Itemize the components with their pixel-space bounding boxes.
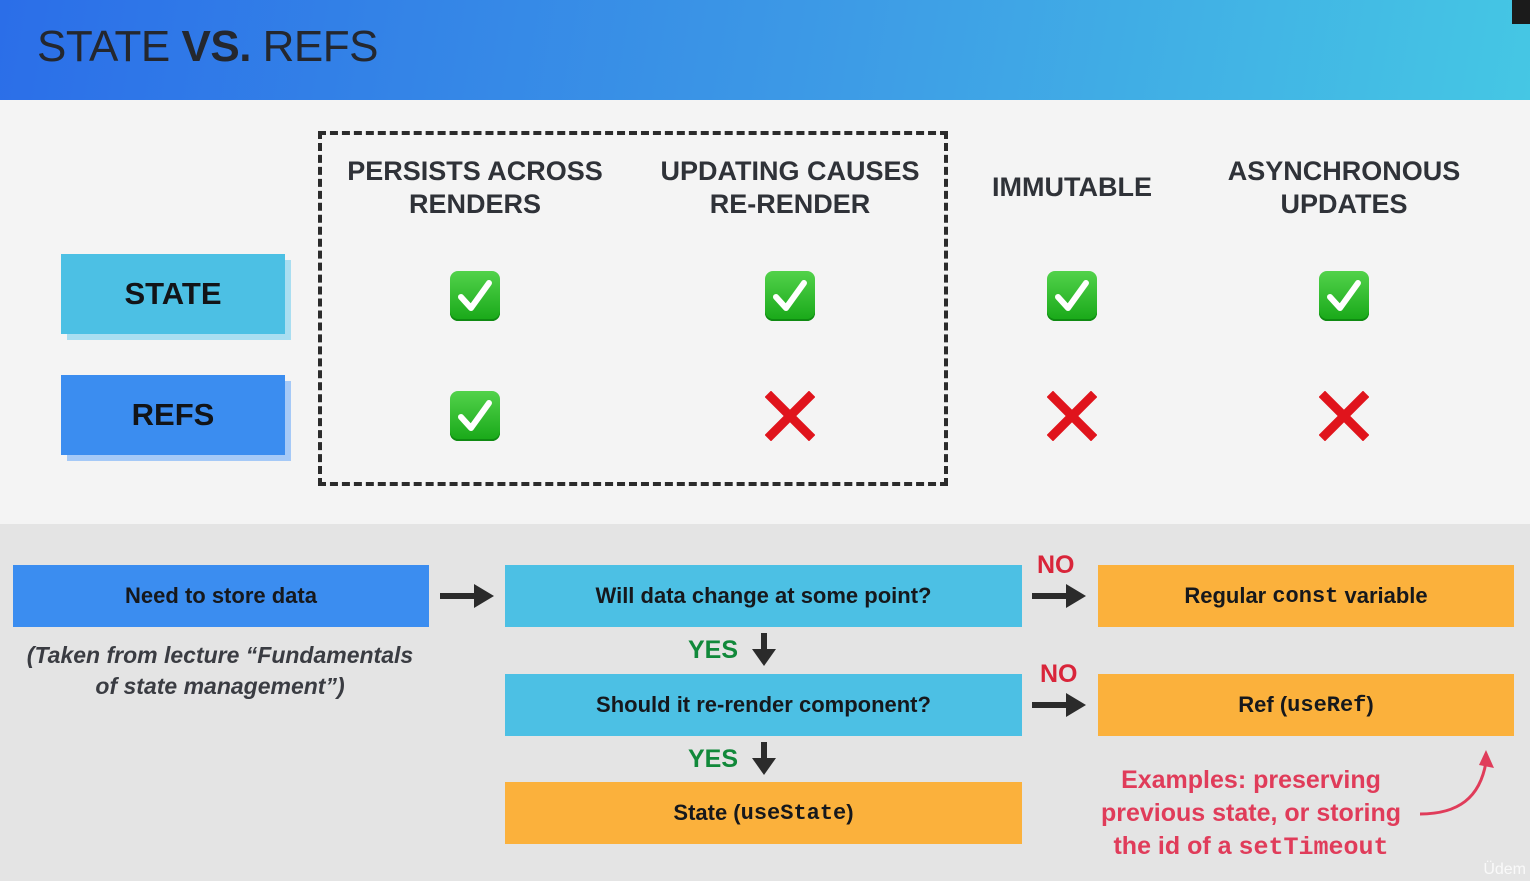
need-store-label: Need to store data: [125, 583, 317, 608]
yes-label: YES: [688, 636, 739, 664]
watermark: Üdem: [1483, 861, 1526, 878]
col-header-line: IMMUTABLE: [992, 172, 1152, 202]
regular-variable-box: Regular const variable: [1098, 565, 1514, 627]
arrow-right-icon: [1032, 693, 1086, 717]
no-label: NO: [1037, 551, 1075, 579]
arrow-down-icon: [752, 633, 776, 666]
cross-mark-icon: [1319, 391, 1369, 441]
ref-result-text-end: ): [1366, 692, 1374, 717]
examples-code: setTimeout: [1238, 833, 1389, 862]
lecture-note: (Taken from lecture “Fundamentals of sta…: [18, 640, 422, 702]
check-mark-icon: [450, 271, 500, 321]
title-part-1: STATE: [37, 22, 182, 71]
question-rerender-box: Should it re-render component?: [505, 674, 1022, 736]
examples-text: the id of a: [1113, 832, 1239, 860]
check-mark-icon: [450, 391, 500, 441]
regular-variable-text: Regular: [1184, 583, 1273, 608]
state-result-code: useState: [740, 800, 847, 826]
title-part-2: REFS: [250, 22, 379, 71]
check-mark-icon: [765, 271, 815, 321]
col-header-line: ASYNCHRONOUS: [1227, 156, 1461, 186]
examples-line: the id of a setTimeout: [1086, 830, 1416, 864]
examples-note: Examples: preserving previous state, or …: [1086, 764, 1416, 864]
no-label: NO: [1040, 660, 1078, 688]
examples-line: Examples: preserving: [1121, 766, 1381, 794]
ref-result-box: Ref (useRef): [1098, 674, 1514, 736]
question-change-box: Will data change at some point?: [505, 565, 1022, 627]
cross-mark-icon: [1047, 391, 1097, 441]
header-bar: STATE VS. REFS: [0, 0, 1530, 100]
state-result-box: State (useState): [505, 782, 1022, 844]
check-mark-icon: [1319, 271, 1369, 321]
state-result-text-end: ): [846, 800, 854, 825]
lecture-note-line: of state management”): [95, 673, 345, 699]
examples-line: previous state, or storing: [1100, 799, 1402, 827]
col-header-line: PERSISTS ACROSS: [347, 156, 603, 186]
col-header-line: UPDATES: [1280, 189, 1408, 219]
state-result-text: State (: [673, 800, 741, 825]
row-label-refs: REFS: [61, 375, 285, 455]
col-header-immutable: IMMUTABLE: [922, 171, 1222, 204]
regular-variable-code: const: [1272, 583, 1339, 609]
ref-result-text: Ref (: [1238, 692, 1288, 717]
curved-arrow-icon: [1419, 750, 1494, 816]
cross-mark-icon: [765, 391, 815, 441]
arrow-down-icon: [752, 742, 776, 775]
question-change-label: Will data change at some point?: [595, 583, 932, 608]
corner-mark: [1512, 0, 1530, 24]
page-title: STATE VS. REFS: [37, 22, 379, 72]
col-header-persists: PERSISTS ACROSS RENDERS: [325, 155, 625, 221]
col-header-line: RENDERS: [408, 189, 542, 219]
arrow-right-icon: [440, 584, 494, 608]
question-rerender-label: Should it re-render component?: [596, 692, 931, 717]
title-part-bold: VS.: [181, 22, 252, 71]
col-header-line: RE-RENDER: [709, 189, 871, 219]
ref-result-code: useRef: [1287, 692, 1367, 718]
row-label-state: STATE: [61, 254, 285, 334]
arrow-right-icon: [1032, 584, 1086, 608]
check-mark-icon: [1047, 271, 1097, 321]
lecture-note-line: (Taken from lecture “Fundamentals: [26, 642, 414, 668]
need-store-box: Need to store data: [13, 565, 429, 627]
col-header-line: UPDATING CAUSES: [660, 156, 920, 186]
yes-label: YES: [688, 745, 739, 773]
col-header-async: ASYNCHRONOUS UPDATES: [1194, 155, 1494, 221]
col-header-updating: UPDATING CAUSES RE-RENDER: [640, 155, 940, 221]
regular-variable-text-end: variable: [1338, 583, 1428, 608]
